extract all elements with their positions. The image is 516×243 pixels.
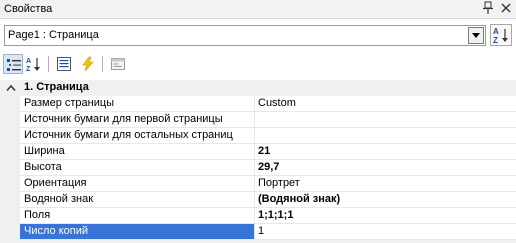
property-name: Источник бумаги для первой страницы — [20, 112, 255, 128]
svg-text:A: A — [493, 27, 499, 36]
dropdown-button[interactable] — [468, 27, 484, 44]
property-value[interactable]: 1 — [255, 224, 516, 240]
toolbar-separator — [102, 56, 103, 72]
property-value[interactable]: Портрет — [255, 176, 516, 192]
property-value[interactable] — [255, 112, 516, 128]
property-grid: 1. Страница Размер страницы Custom Источ… — [0, 80, 516, 243]
property-row[interactable]: Ориентация Портрет — [0, 176, 516, 192]
property-name: Высота — [20, 160, 255, 176]
property-name: Поля — [20, 208, 255, 224]
properties-button[interactable] — [54, 54, 74, 74]
toolbar-separator — [48, 56, 49, 72]
property-value[interactable]: Custom — [255, 96, 516, 112]
property-row[interactable]: Высота 29,7 — [0, 160, 516, 176]
property-value[interactable]: 29,7 — [255, 160, 516, 176]
property-name: Ориентация — [20, 176, 255, 192]
svg-text:Z: Z — [26, 66, 31, 72]
property-name: Источник бумаги для остальных страниц — [20, 128, 255, 144]
property-name: Число копий — [20, 224, 255, 240]
property-name: Водяной знак — [20, 192, 255, 208]
lightning-icon — [82, 56, 94, 72]
property-pages-icon — [111, 58, 125, 70]
svg-text:A: A — [26, 58, 31, 65]
toolbar: A Z — [0, 51, 516, 78]
properties-icon — [57, 57, 71, 71]
svg-text:Z: Z — [493, 36, 498, 45]
property-pages-button[interactable] — [108, 54, 128, 74]
events-button[interactable] — [78, 54, 98, 74]
property-value[interactable]: 21 — [255, 144, 516, 160]
property-value[interactable] — [255, 128, 516, 144]
property-row[interactable]: Ширина 21 — [0, 144, 516, 160]
sort-az-icon: A Z — [26, 58, 40, 72]
object-selector[interactable]: Page1 : Страница — [4, 25, 486, 46]
category-label: 1. Страница — [24, 81, 89, 93]
property-name: Ширина — [20, 144, 255, 160]
object-selector-value: Page1 : Страница — [8, 29, 99, 41]
close-icon[interactable] — [500, 1, 512, 15]
property-row[interactable]: Источник бумаги для остальных страниц — [0, 128, 516, 144]
chevron-down-icon — [472, 33, 480, 38]
property-row-selected[interactable]: Число копий 1 — [0, 224, 516, 240]
categorized-button[interactable] — [3, 54, 23, 74]
property-value[interactable]: 1;1;1;1 — [255, 208, 516, 224]
alphabetical-button[interactable]: A Z — [24, 54, 44, 74]
sort-button[interactable]: A Z — [490, 24, 512, 46]
property-row[interactable]: Водяной знак (Водяной знак) — [0, 192, 516, 208]
chevron-up-icon[interactable] — [6, 83, 16, 95]
property-row[interactable]: Источник бумаги для первой страницы — [0, 112, 516, 128]
pin-icon[interactable] — [482, 1, 494, 15]
categorized-icon — [7, 59, 21, 71]
property-name: Размер страницы — [20, 96, 255, 112]
sort-az-icon: A Z — [493, 27, 508, 45]
category-header[interactable]: 1. Страница — [0, 80, 516, 96]
property-row[interactable]: Поля 1;1;1;1 — [0, 208, 516, 224]
property-value[interactable]: (Водяной знак) — [255, 192, 516, 208]
panel-title: Свойства — [4, 3, 53, 15]
property-row[interactable]: Размер страницы Custom — [0, 96, 516, 112]
panel-titlebar: Свойства — [0, 0, 516, 19]
